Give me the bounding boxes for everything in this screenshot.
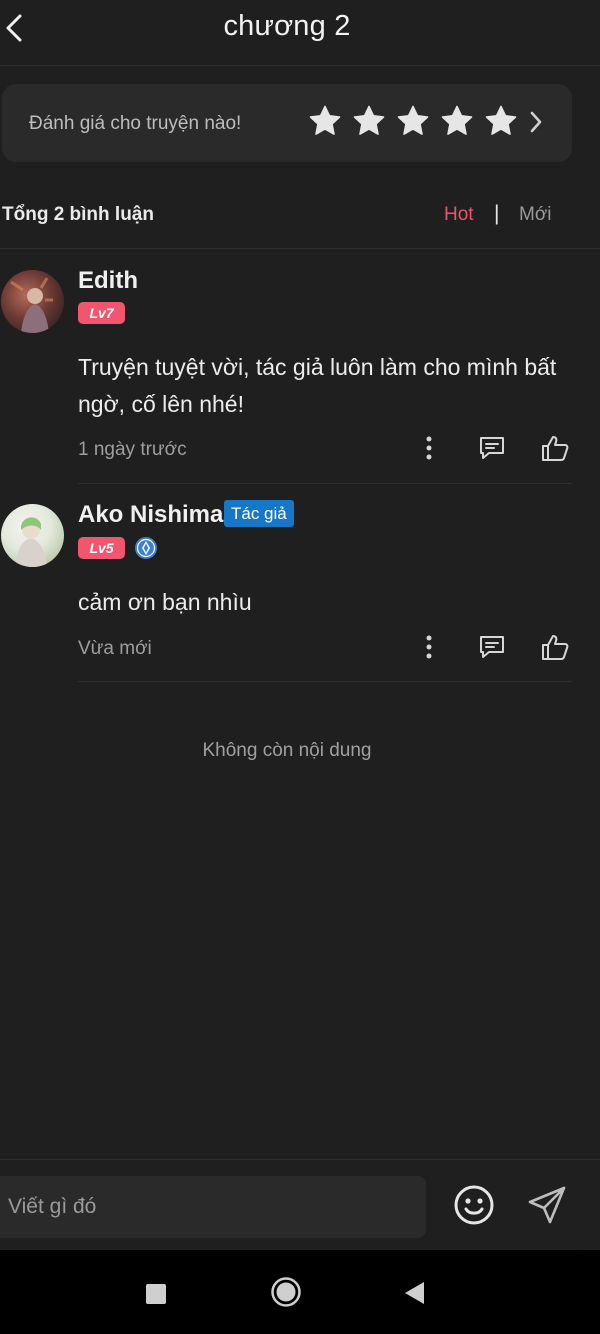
- comments-summary: Tổng 2 bình luận Hot | Mới: [0, 198, 600, 238]
- comment-time: 1 ngày trước: [78, 439, 187, 460]
- comment-composer: [0, 1159, 600, 1250]
- avatar[interactable]: [1, 504, 64, 567]
- sort-new-tab[interactable]: Mới: [519, 204, 552, 226]
- comment-icon: [480, 636, 504, 658]
- comment-text: Truyện tuyệt vời, tác giả luôn làm cho m…: [78, 354, 557, 417]
- star-icon[interactable]: [396, 104, 430, 138]
- sort-separator: |: [494, 202, 500, 225]
- rating-open-button[interactable]: [528, 110, 544, 139]
- send-icon: [528, 1186, 566, 1224]
- emoji-button[interactable]: [453, 1184, 495, 1231]
- level-badge: Lv5: [78, 537, 125, 559]
- home-button[interactable]: [270, 1276, 302, 1308]
- star-icon[interactable]: [440, 104, 474, 138]
- divider: [0, 248, 600, 249]
- back-triangle-icon: [405, 1282, 424, 1304]
- more-vertical-icon: [426, 635, 432, 659]
- like-button[interactable]: [538, 630, 572, 664]
- author-tag: Tác giả: [224, 500, 294, 527]
- rating-stars[interactable]: [308, 104, 518, 138]
- avatar-image: [15, 517, 47, 567]
- divider: [78, 681, 572, 682]
- star-icon[interactable]: [484, 104, 518, 138]
- avatar[interactable]: [1, 270, 64, 333]
- thumbs-up-icon: [542, 635, 569, 660]
- end-of-list-message: Không còn nội dung: [202, 740, 372, 761]
- reply-button[interactable]: [476, 432, 508, 464]
- star-icon[interactable]: [308, 104, 342, 138]
- rating-prompt: Đánh giá cho truyện nào!: [29, 113, 242, 134]
- comment-count: Tổng 2 bình luận: [2, 204, 154, 225]
- system-back-button[interactable]: [402, 1280, 426, 1306]
- recent-apps-button[interactable]: [146, 1284, 166, 1304]
- diamond-badge-icon: [135, 537, 157, 559]
- page-title: chương 2: [223, 10, 351, 42]
- comments-screen: chương 2 Đánh giá cho truyện nào! Tổng 2…: [0, 0, 600, 1250]
- like-button[interactable]: [538, 431, 572, 465]
- more-options-button[interactable]: [419, 432, 439, 464]
- reply-button[interactable]: [476, 631, 508, 663]
- more-options-button[interactable]: [419, 631, 439, 663]
- level-badge: Lv7: [78, 302, 125, 324]
- sort-hot-tab[interactable]: Hot: [444, 204, 474, 226]
- avatar-image: [10, 277, 53, 333]
- comment-text: cảm ơn bạn nhìu: [78, 589, 252, 615]
- comment-username[interactable]: Edith: [78, 267, 138, 295]
- smiley-icon: [454, 1185, 494, 1225]
- chevron-right-icon: [530, 111, 542, 133]
- comment-time: Vừa mới: [78, 638, 152, 659]
- comment-icon: [480, 437, 504, 459]
- comment-input[interactable]: [0, 1176, 426, 1238]
- thumbs-up-icon: [542, 436, 569, 461]
- top-bar: chương 2: [0, 0, 600, 66]
- home-circle-icon: [271, 1277, 301, 1307]
- comment-username[interactable]: Ako Nishima: [78, 501, 223, 529]
- divider: [78, 483, 572, 484]
- more-vertical-icon: [426, 436, 432, 460]
- send-button[interactable]: [526, 1184, 568, 1231]
- star-icon[interactable]: [352, 104, 386, 138]
- system-nav-bar: [0, 1250, 600, 1334]
